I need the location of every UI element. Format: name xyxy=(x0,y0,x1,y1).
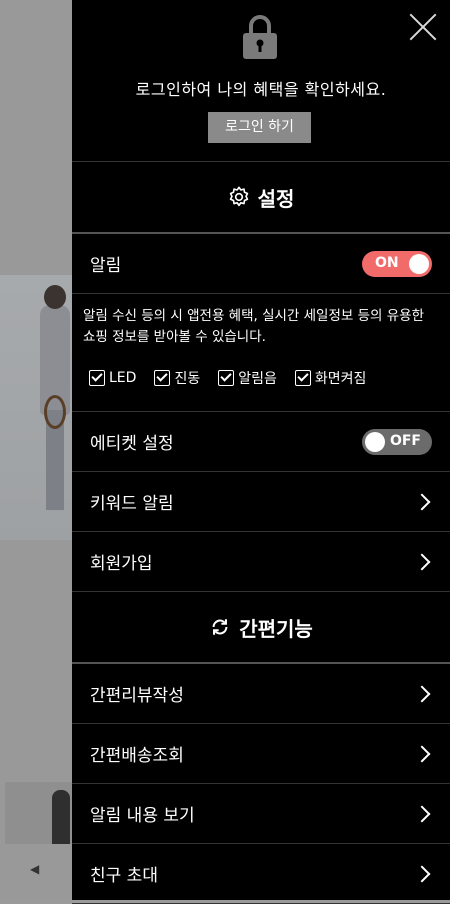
quick-item-label: 친구 초대 xyxy=(90,866,158,886)
checkbox-led[interactable]: LED xyxy=(89,368,136,388)
signup-label: 회원가입 xyxy=(90,554,153,574)
quick-item-review[interactable]: 간편리뷰작성 xyxy=(72,664,450,724)
background-model-head xyxy=(44,285,66,309)
quick-item-label: 간편배송조회 xyxy=(90,746,184,766)
quick-functions-header: 간편기능 xyxy=(72,592,450,664)
checkbox-sound[interactable]: 알림음 xyxy=(218,368,277,388)
etiquette-row: 에티켓 설정 OFF xyxy=(72,412,450,472)
settings-header: 설정 xyxy=(72,162,450,234)
toggle-knob xyxy=(409,253,429,274)
gear-icon xyxy=(229,186,248,207)
checkbox-label: 알림음 xyxy=(238,371,277,387)
login-section: 로그인하여 나의 혜택을 확인하세요. 로그인 하기 xyxy=(72,0,450,162)
lock-icon xyxy=(243,15,277,59)
quick-item-label: 알림 내용 보기 xyxy=(90,806,195,826)
checkbox-label: 화면켜짐 xyxy=(314,371,367,387)
checkbox-checked-icon xyxy=(154,370,171,386)
side-menu-drawer: 로그인하여 나의 혜택을 확인하세요. 로그인 하기 설정 알림 ON 알림 수… xyxy=(72,0,450,904)
notification-options: 알림 수신 등의 시 앱전용 혜택, 실시간 세일정보 등의 유용한 쇼핑 정보… xyxy=(72,294,450,412)
login-message: 로그인하여 나의 혜택을 확인하세요. xyxy=(135,80,387,99)
quick-functions-title: 간편기능 xyxy=(239,616,313,641)
checkbox-vibration[interactable]: 진동 xyxy=(154,368,200,388)
left-arrow-icon[interactable]: ◀ xyxy=(30,862,39,876)
chevron-right-icon xyxy=(413,553,431,570)
notification-label: 알림 xyxy=(90,256,122,276)
quick-item-label: 간편리뷰작성 xyxy=(90,686,184,706)
chevron-right-icon xyxy=(413,685,431,702)
notification-checkboxes: LED 진동 알림음 화면켜짐 xyxy=(83,368,432,388)
etiquette-toggle-label: OFF xyxy=(389,432,421,449)
notification-description: 알림 수신 등의 시 앱전용 혜택, 실시간 세일정보 등의 유용한 쇼핑 정보… xyxy=(83,308,424,345)
chevron-right-icon xyxy=(413,493,431,510)
checkbox-screen-on[interactable]: 화면켜짐 xyxy=(294,368,367,388)
notification-row: 알림 ON xyxy=(72,234,450,294)
login-button[interactable]: 로그인 하기 xyxy=(208,112,311,143)
quick-item-invite[interactable]: 친구 초대 xyxy=(72,844,450,904)
notification-toggle-label: ON xyxy=(375,254,399,271)
checkbox-checked-icon xyxy=(89,370,105,386)
settings-title: 설정 xyxy=(257,186,295,211)
background-model-figure-2 xyxy=(52,790,70,844)
background-bag xyxy=(44,395,66,429)
quick-item-delivery[interactable]: 간편배송조회 xyxy=(72,724,450,784)
keyword-alert-row[interactable]: 키워드 알림 xyxy=(72,472,450,532)
etiquette-toggle[interactable]: OFF xyxy=(362,428,432,455)
toggle-knob xyxy=(365,431,385,452)
checkbox-label: 진동 xyxy=(174,371,201,387)
signup-row[interactable]: 회원가입 xyxy=(72,532,450,592)
chevron-right-icon xyxy=(413,745,431,762)
checkbox-checked-icon xyxy=(294,370,311,386)
etiquette-label: 에티켓 설정 xyxy=(90,434,174,454)
checkbox-label: LED xyxy=(109,370,137,386)
checkbox-checked-icon xyxy=(218,370,235,386)
keyword-alert-label: 키워드 알림 xyxy=(90,494,174,514)
background-page: ◀ xyxy=(0,0,72,900)
quick-item-notifications[interactable]: 알림 내용 보기 xyxy=(72,784,450,844)
chevron-right-icon xyxy=(413,805,431,822)
chevron-right-icon xyxy=(413,865,431,882)
refresh-icon xyxy=(212,619,228,635)
notification-toggle[interactable]: ON xyxy=(362,250,432,277)
